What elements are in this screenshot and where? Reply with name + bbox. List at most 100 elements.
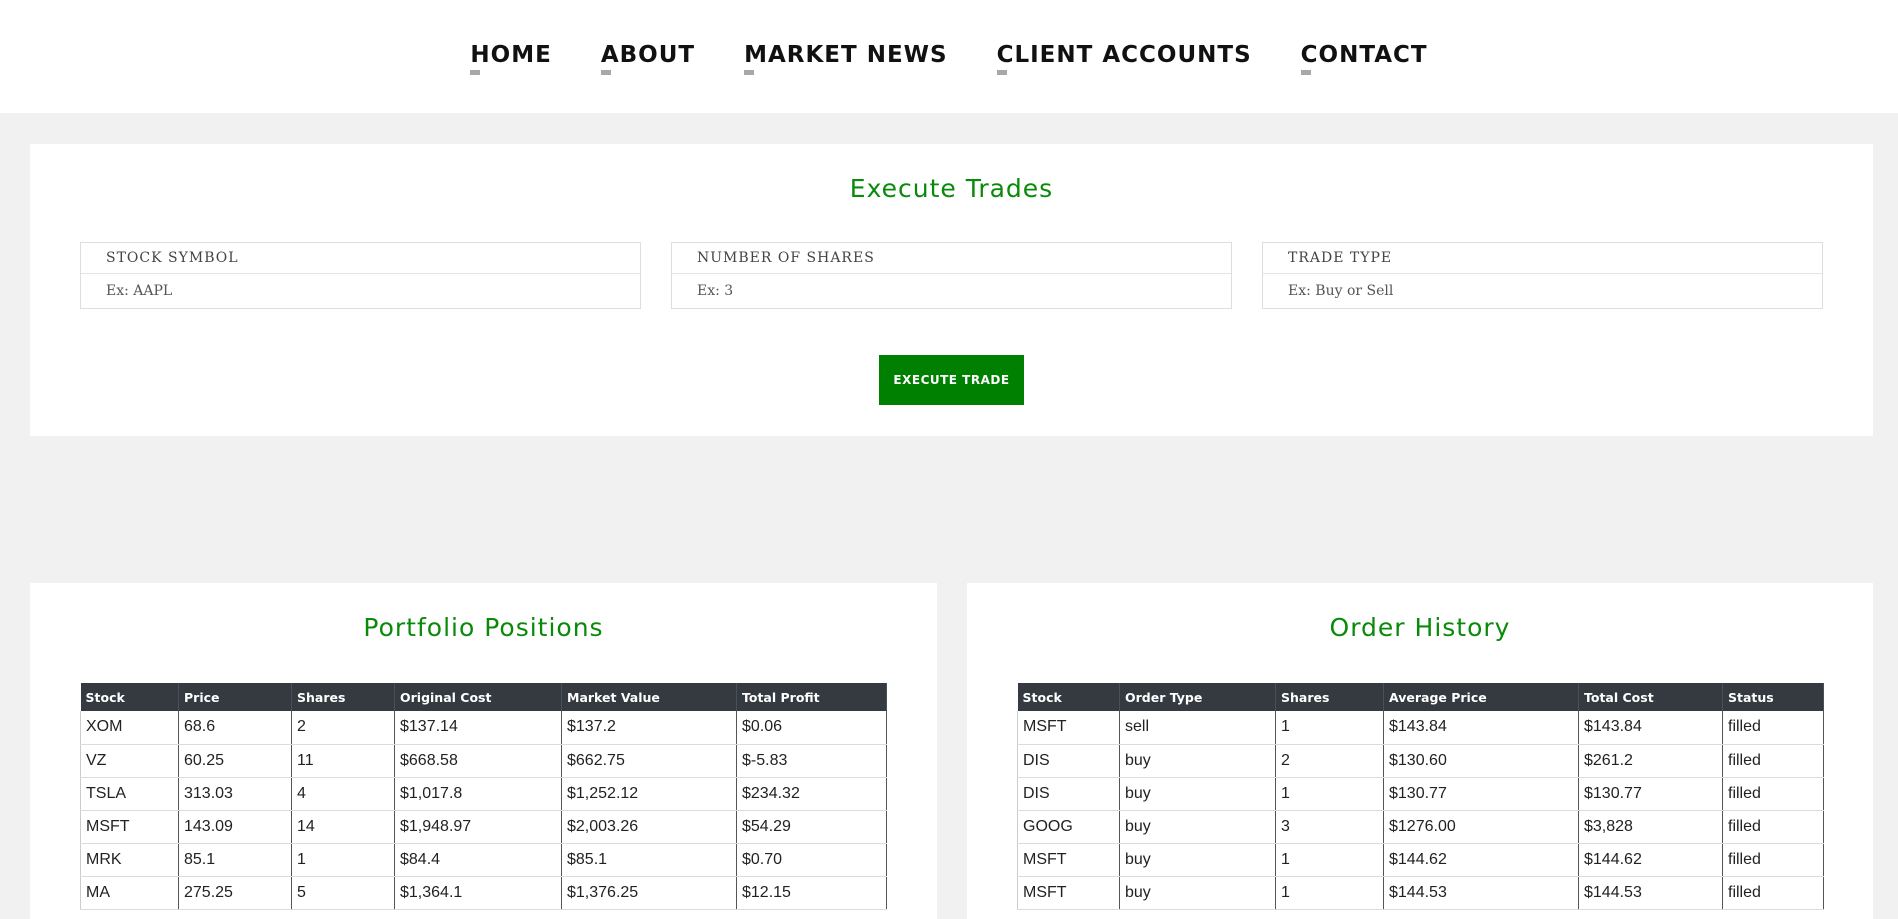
column-header: Total Cost (1578, 683, 1723, 711)
trade-type-label: TRADE TYPE (1288, 250, 1393, 266)
number-of-shares-label: NUMBER OF SHARES (697, 250, 875, 266)
table-cell: GOOG (1017, 810, 1120, 844)
table-cell: 3 (1275, 810, 1384, 844)
table-cell: $1,252.12 (561, 777, 737, 811)
table-cell: $-5.83 (736, 744, 887, 778)
table-row: MA 275.25 5 $1,364.1 $1,376.25 $12.15 (80, 876, 887, 910)
table-cell: $1,017.8 (394, 777, 562, 811)
table-cell: $234.32 (736, 777, 887, 811)
column-header: Shares (291, 683, 395, 711)
nav-item-about[interactable]: ABOUT (600, 42, 696, 75)
table-cell: 1 (1275, 777, 1384, 811)
table-cell: filled (1722, 810, 1824, 844)
table-cell: MSFT (1017, 843, 1120, 877)
table-cell: $144.53 (1383, 876, 1579, 910)
column-header: Price (178, 683, 292, 711)
nav-list: HOME ABOUT MARKET NEWS CLIENT ACCOUNTS C… (0, 42, 1898, 75)
stock-symbol-field: STOCK SYMBOL (80, 242, 641, 309)
table-cell: filled (1722, 843, 1824, 877)
table-row: VZ 60.25 11 $668.58 $662.75 $-5.83 (80, 744, 887, 778)
table-cell: 11 (291, 744, 395, 778)
table-cell: 2 (1275, 744, 1384, 778)
table-cell: MSFT (1017, 711, 1120, 745)
table-cell: $85.1 (561, 843, 737, 877)
trade-type-input[interactable] (1263, 274, 1822, 308)
table-cell: buy (1119, 744, 1276, 778)
column-header: Stock (80, 683, 179, 711)
table-cell: DIS (1017, 777, 1120, 811)
column-header: Stock (1017, 683, 1120, 711)
top-navigation: HOME ABOUT MARKET NEWS CLIENT ACCOUNTS C… (0, 0, 1898, 113)
nav-item-home[interactable]: HOME (470, 42, 552, 75)
table-cell: MSFT (1017, 876, 1120, 910)
table-cell: 60.25 (178, 744, 292, 778)
table-row: MSFT 143.09 14 $1,948.97 $2,003.26 $54.29 (80, 810, 887, 844)
table-cell: $12.15 (736, 876, 887, 910)
table-row: XOM 68.6 2 $137.14 $137.2 $0.06 (80, 711, 887, 745)
trade-type-field: TRADE TYPE (1262, 242, 1823, 309)
nav-item-client-accounts[interactable]: CLIENT ACCOUNTS (996, 42, 1252, 75)
table-header-row: Stock Price Shares Original Cost Market … (80, 683, 887, 711)
nav-item-label: HOME (470, 42, 552, 68)
table-cell: filled (1722, 711, 1824, 745)
table-cell: 1 (291, 843, 395, 877)
nav-item-label: CLIENT ACCOUNTS (996, 42, 1252, 68)
table-cell: $1276.00 (1383, 810, 1579, 844)
stock-symbol-input[interactable] (81, 274, 640, 308)
table-row: TSLA 313.03 4 $1,017.8 $1,252.12 $234.32 (80, 777, 887, 811)
table-cell: 2 (291, 711, 395, 745)
table-cell: 313.03 (178, 777, 292, 811)
table-cell: 275.25 (178, 876, 292, 910)
nav-item-label: CONTACT (1300, 42, 1428, 68)
nav-underline (1300, 70, 1311, 75)
table-cell: VZ (80, 744, 179, 778)
execute-trade-button[interactable]: EXECUTE TRADE (879, 355, 1024, 405)
table-cell: buy (1119, 810, 1276, 844)
table-cell: $137.14 (394, 711, 562, 745)
table-cell: 1 (1275, 876, 1384, 910)
table-cell: $1,948.97 (394, 810, 562, 844)
nav-item-contact[interactable]: CONTACT (1300, 42, 1428, 75)
column-header: Order Type (1119, 683, 1276, 711)
table-cell: XOM (80, 711, 179, 745)
table-cell: MA (80, 876, 179, 910)
table-cell: $3,828 (1578, 810, 1723, 844)
nav-underline (470, 70, 481, 75)
table-cell: 5 (291, 876, 395, 910)
table-cell: $130.77 (1578, 777, 1723, 811)
table-row: MSFT sell 1 $143.84 $143.84 filled (1017, 711, 1824, 745)
table-cell: $137.2 (561, 711, 737, 745)
table-cell: 85.1 (178, 843, 292, 877)
table-cell: TSLA (80, 777, 179, 811)
table-row: MRK 85.1 1 $84.4 $85.1 $0.70 (80, 843, 887, 877)
table-cell: $2,003.26 (561, 810, 737, 844)
table-cell: 14 (291, 810, 395, 844)
table-cell: $54.29 (736, 810, 887, 844)
table-cell: 1 (1275, 711, 1384, 745)
table-cell: filled (1722, 777, 1824, 811)
column-header: Original Cost (394, 683, 562, 711)
nav-underline (744, 70, 755, 75)
table-cell: 143.09 (178, 810, 292, 844)
table-cell: $668.58 (394, 744, 562, 778)
table-cell: $143.84 (1578, 711, 1723, 745)
order-history-title: Order History (1329, 613, 1511, 642)
table-cell: $1,364.1 (394, 876, 562, 910)
table-row: DIS buy 2 $130.60 $261.2 filled (1017, 744, 1824, 778)
order-history-table: Stock Order Type Shares Average Price To… (1017, 683, 1824, 910)
table-header-row: Stock Order Type Shares Average Price To… (1017, 683, 1824, 711)
portfolio-table: Stock Price Shares Original Cost Market … (80, 683, 887, 910)
table-cell: $662.75 (561, 744, 737, 778)
table-cell: MRK (80, 843, 179, 877)
table-cell: $0.06 (736, 711, 887, 745)
table-cell: $144.62 (1578, 843, 1723, 877)
stock-symbol-label: STOCK SYMBOL (106, 250, 239, 266)
number-of-shares-input[interactable] (672, 274, 1231, 308)
nav-item-market-news[interactable]: MARKET NEWS (744, 42, 948, 75)
table-row: MSFT buy 1 $144.53 $144.53 filled (1017, 876, 1824, 910)
table-cell: filled (1722, 744, 1824, 778)
column-header: Average Price (1383, 683, 1579, 711)
nav-item-label: ABOUT (600, 42, 696, 68)
table-row: GOOG buy 3 $1276.00 $3,828 filled (1017, 810, 1824, 844)
table-cell: $143.84 (1383, 711, 1579, 745)
